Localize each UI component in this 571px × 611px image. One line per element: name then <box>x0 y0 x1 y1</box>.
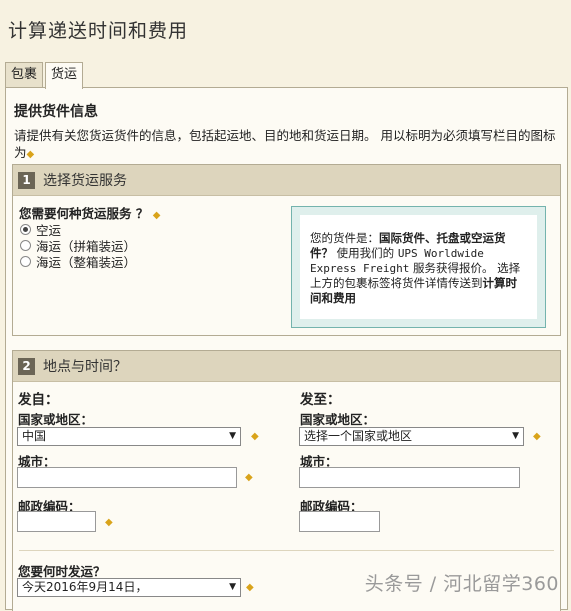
watermark-text: 头条号 / 河北留学360 <box>364 573 559 595</box>
from-country-select[interactable]: 中国 ▼ <box>17 427 241 446</box>
from-city-input[interactable] <box>17 467 237 488</box>
to-city-input[interactable] <box>299 467 520 488</box>
to-postal-input[interactable] <box>299 511 380 532</box>
from-heading: 发自： <box>18 392 59 408</box>
ship-date-select[interactable]: 今天2016年9月14日， ▼ <box>17 578 241 597</box>
freight-form: 提供货件信息 请提供有关您货运货件的信息，包括起运地、目的地和货运日期。 用以标… <box>5 87 568 611</box>
to-country-value: 选择一个国家或地区 <box>304 429 413 443</box>
service-question-text: 您需要何种货运服务 ？ <box>19 206 149 221</box>
section-divider <box>19 550 554 551</box>
required-diamond-icon: ◆ <box>533 431 541 442</box>
required-diamond-icon: ◆ <box>105 517 113 528</box>
from-country-label: 国家或地区： <box>18 412 94 427</box>
radio-unselected-icon[interactable] <box>20 256 31 267</box>
required-diamond-icon: ◆ <box>246 582 254 593</box>
radio-ocean-fcl-label: 海运（整箱装运） <box>36 255 137 270</box>
radio-unselected-icon[interactable] <box>20 240 31 251</box>
required-diamond-icon: ◆ <box>245 472 253 483</box>
service-panel: 1 选择货运服务 您需要何种货运服务 ？ ◆ 空运 海运（拼箱装运） 海运（整箱… <box>12 164 561 336</box>
service-panel-title: 选择货运服务 <box>43 173 127 189</box>
chevron-down-icon: ▼ <box>512 431 519 441</box>
from-country-value: 中国 <box>22 429 47 443</box>
required-diamond-icon: ◆ <box>26 149 35 160</box>
tab-bar: 包裹 货运 <box>5 62 85 89</box>
chevron-down-icon: ▼ <box>229 582 236 592</box>
info-callout-body: 您的货件是：国际货件、托盘或空运货件？ 使用我们的 UPS Worldwide … <box>300 215 537 319</box>
radio-ocean-fcl[interactable]: 海运（整箱装运） <box>20 252 136 271</box>
page-title: 计算递送时间和费用 <box>8 20 189 42</box>
required-diamond-icon: ◆ <box>152 210 161 221</box>
step-number-badge: 1 <box>18 171 35 189</box>
tab-parcel[interactable]: 包裹 <box>5 62 44 88</box>
info-prefix: 您的货件是： <box>310 231 379 245</box>
info-text-1: 使用我们的 <box>333 246 398 260</box>
location-panel-title: 地点与时间？ <box>43 359 127 375</box>
to-country-label: 国家或地区： <box>300 412 376 427</box>
to-country-select[interactable]: 选择一个国家或地区 ▼ <box>299 427 524 446</box>
ship-date-value: 今天2016年9月14日， <box>22 580 148 594</box>
service-panel-header: 1 选择货运服务 <box>13 165 560 196</box>
from-postal-input[interactable] <box>17 511 96 532</box>
step-number-badge: 2 <box>18 357 35 375</box>
chevron-down-icon: ▼ <box>229 431 236 441</box>
location-panel-header: 2 地点与时间？ <box>13 351 560 382</box>
tab-freight[interactable]: 货运 <box>45 62 84 89</box>
intro-text: 请提供有关您货运货件的信息，包括起运地、目的地和货运日期。 用以标明为必须填写栏… <box>14 127 559 163</box>
intro-text-body: 请提供有关您货运货件的信息，包括起运地、目的地和货运日期。 用以标明为必须填写栏… <box>14 128 556 160</box>
to-heading: 发至： <box>300 392 341 408</box>
info-callout: 您的货件是：国际货件、托盘或空运货件？ 使用我们的 UPS Worldwide … <box>291 206 546 328</box>
section-heading: 提供货件信息 <box>14 104 98 120</box>
radio-selected-icon[interactable] <box>20 224 31 235</box>
required-diamond-icon: ◆ <box>251 431 259 442</box>
